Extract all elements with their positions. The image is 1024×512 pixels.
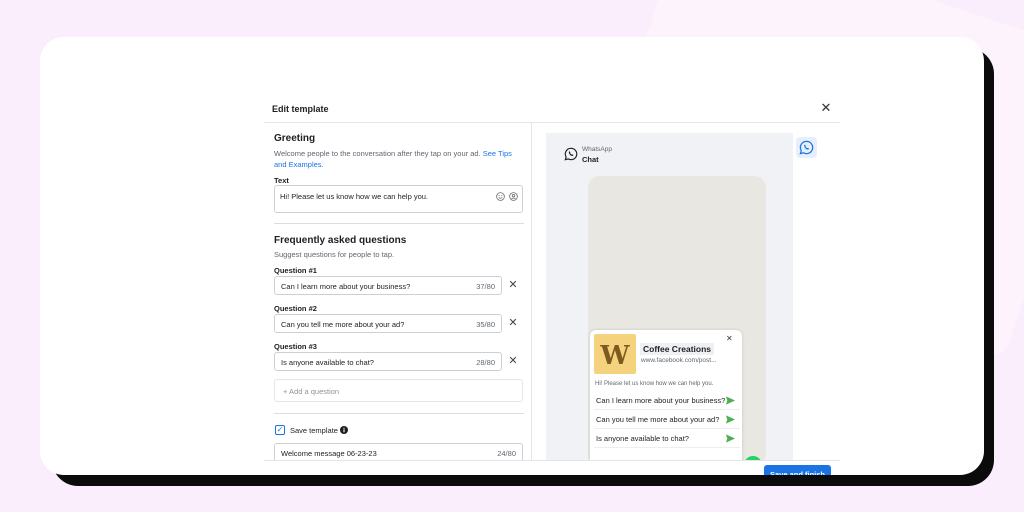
business-name: Coffee Creations [640, 343, 715, 355]
remove-question-3-icon[interactable]: ✕ [507, 355, 519, 367]
add-question-placeholder: + Add a question [283, 387, 340, 396]
preview-question-3-text: Is anyone available to chat? [596, 434, 689, 443]
question-3-label: Question #3 [274, 342, 317, 351]
section-divider [274, 413, 524, 414]
save-template-label: Save template [290, 426, 349, 435]
question-3-count: 28/80 [476, 358, 495, 367]
greeting-description: Welcome people to the conversation after… [274, 148, 524, 170]
preview-question-1-text: Can I learn more about your business? [596, 396, 726, 405]
close-icon[interactable]: ✕ [819, 101, 833, 115]
question-2-label: Question #2 [274, 304, 317, 313]
send-icon [725, 434, 736, 443]
question-2-count: 35/80 [476, 320, 495, 329]
preview-greeting: Hi! Please let us know how we can help y… [595, 381, 714, 387]
save-template-text: Save template [290, 426, 338, 435]
preview-question-2[interactable]: Can you tell me more about your ad? [594, 411, 740, 429]
template-name-input[interactable]: Welcome message 06-23-23 24/80 [274, 443, 523, 460]
faq-description: Suggest questions for people to tap. [274, 250, 395, 259]
business-url: www.facebook.com/post... [641, 357, 717, 364]
template-name-count: 24/80 [497, 449, 516, 458]
save-and-finish-button[interactable]: Save and finish [764, 465, 831, 475]
question-3-input[interactable]: Is anyone available to chat? 28/80 [274, 352, 502, 371]
save-template-checkbox[interactable]: ✓ [275, 425, 285, 435]
ad-message-card: W Coffee Creations www.facebook.com/post… [590, 330, 742, 460]
modal-footer: Save and finish [264, 460, 840, 475]
personalize-icon[interactable] [509, 192, 518, 201]
info-icon[interactable] [340, 426, 349, 434]
greeting-title: Greeting [274, 133, 316, 144]
send-icon [725, 415, 736, 424]
business-logo: W [594, 334, 636, 374]
preview-question-3[interactable]: Is anyone available to chat? [594, 430, 740, 448]
emoji-icon[interactable] [496, 192, 505, 201]
greeting-text-value: Hi! Please let us know how we can help y… [280, 192, 428, 201]
modal-title: Edit template [272, 104, 329, 114]
modal-header: Edit template ✕ [264, 97, 840, 123]
greeting-description-text: Welcome people to the conversation after… [274, 149, 481, 158]
question-2-value: Can you tell me more about your ad? [281, 320, 405, 329]
remove-question-2-icon[interactable]: ✕ [507, 317, 519, 329]
question-1-count: 37/80 [476, 282, 495, 291]
whatsapp-icon [564, 147, 578, 161]
screenshot-card: Edit template ✕ Greeting Welcome people … [40, 37, 984, 475]
template-form: Greeting Welcome people to the conversat… [264, 123, 532, 460]
question-1-label: Question #1 [274, 266, 317, 275]
section-divider [274, 223, 524, 224]
question-1-value: Can I learn more about your business? [281, 282, 411, 291]
template-name-value: Welcome message 06-23-23 [281, 449, 377, 458]
whatsapp-tab-icon [799, 140, 814, 155]
send-icon [725, 396, 736, 405]
preview-question-2-text: Can you tell me more about your ad? [596, 415, 720, 424]
question-2-input[interactable]: Can you tell me more about your ad? 35/8… [274, 314, 502, 333]
whatsapp-preview: WhatsApp Chat W Coffee Creations www.fac… [546, 133, 793, 460]
card-close-icon[interactable]: ✕ [726, 334, 733, 343]
question-3-value: Is anyone available to chat? [281, 358, 374, 367]
greeting-text-field[interactable]: Hi! Please let us know how we can help y… [274, 185, 523, 213]
edit-template-modal: Edit template ✕ Greeting Welcome people … [264, 97, 840, 475]
preview-chat-label: Chat [582, 155, 599, 164]
preview-app-name: WhatsApp [582, 146, 612, 153]
preview-question-1[interactable]: Can I learn more about your business? [594, 392, 740, 410]
faq-title: Frequently asked questions [274, 235, 407, 246]
question-1-input[interactable]: Can I learn more about your business? 37… [274, 276, 502, 295]
remove-question-1-icon[interactable]: ✕ [507, 279, 519, 291]
greeting-text-label: Text [274, 176, 289, 185]
whatsapp-preview-tab[interactable] [796, 137, 817, 158]
add-question-input[interactable]: + Add a question [274, 379, 523, 402]
